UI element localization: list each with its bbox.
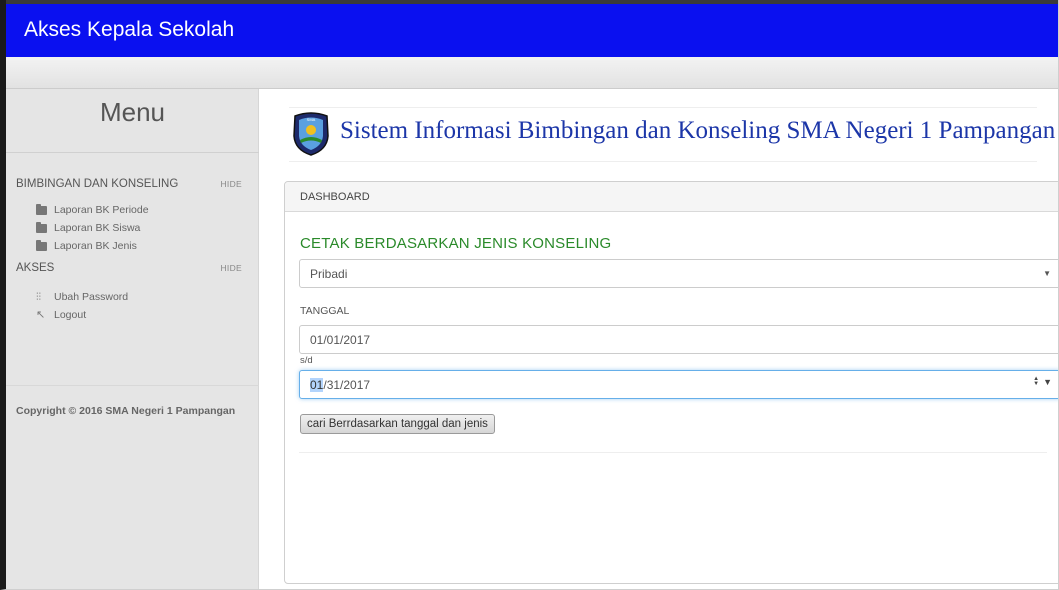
- sliders-icon: ⫶⫶: [36, 291, 41, 303]
- calendar-dropdown-icon[interactable]: ▼: [1043, 377, 1052, 387]
- spinner-up-down-icon[interactable]: ▲ ▼: [1033, 376, 1039, 387]
- sidebar-item-laporan-bk-periode[interactable]: Laporan BK Periode: [36, 203, 149, 216]
- header-divider: [289, 107, 1037, 108]
- sidebar-item-label: Logout: [54, 309, 87, 321]
- section-title: CETAK BERDASARKAN JENIS KONSELING: [300, 235, 612, 252]
- sidebar-item-ubah-password[interactable]: ⫶⫶ Ubah Password: [36, 291, 128, 303]
- top-navbar: Akses Kepala Sekolah: [6, 0, 1058, 57]
- main-content: SMA Sistem Informasi Bimbingan dan Konse…: [259, 89, 1058, 589]
- sidebar-item-label: Laporan BK Periode: [54, 204, 149, 216]
- navbar-brand[interactable]: Akses Kepala Sekolah: [24, 18, 234, 42]
- folder-icon: [36, 221, 47, 233]
- section-label: AKSES: [16, 262, 55, 274]
- hide-toggle[interactable]: HIDE: [220, 263, 242, 273]
- caret-down-icon: ▼: [1043, 269, 1051, 278]
- sidebar-item-label: Laporan BK Siswa: [54, 222, 141, 234]
- school-logo-icon: SMA: [293, 112, 329, 156]
- sidebar-item-label: Ubah Password: [54, 291, 129, 303]
- section-akses[interactable]: AKSES HIDE: [16, 262, 246, 274]
- sidebar-divider: [6, 385, 259, 386]
- date-from-input[interactable]: 01/01/2017: [299, 325, 1058, 354]
- sidebar-item-laporan-bk-jenis[interactable]: Laporan BK Jenis: [36, 239, 137, 252]
- date-to-rest: /31/2017: [323, 378, 371, 392]
- jenis-konseling-select[interactable]: Pribadi ▼: [299, 259, 1058, 288]
- date-spinner[interactable]: ▲ ▼ ▼: [1033, 376, 1052, 387]
- copyright-text: Copyright © 2016 SMA Negeri 1 Pampangan: [16, 405, 236, 417]
- date-from-value: 01/01/2017: [310, 333, 371, 347]
- menu-title: Menu: [99, 97, 166, 127]
- svg-text:SMA: SMA: [307, 117, 316, 122]
- menu-divider: [6, 152, 259, 153]
- arrow-icon: ↖: [36, 308, 46, 321]
- sidebar: Menu BIMBINGAN DAN KONSELING HIDE Lapora…: [6, 89, 259, 589]
- folder-icon: [36, 203, 47, 215]
- select-value: Pribadi: [310, 267, 348, 281]
- sd-label: s/d: [300, 355, 313, 366]
- app-window: Akses Kepala Sekolah Menu BIMBINGAN DAN …: [0, 0, 1059, 590]
- dashboard-panel: DASHBOARD CETAK BERDASARKAN JENIS KONSEL…: [284, 181, 1058, 584]
- panel-divider: [299, 452, 1047, 453]
- header-divider: [289, 161, 1037, 162]
- panel-heading: DASHBOARD: [285, 182, 1058, 212]
- site-title: Sistem Informasi Bimbingan dan Konseling…: [340, 117, 1056, 144]
- sub-navbar: [6, 57, 1058, 89]
- hide-toggle[interactable]: HIDE: [220, 179, 242, 189]
- sidebar-item-logout[interactable]: ↖ Logout: [36, 309, 86, 321]
- folder-icon: [36, 239, 47, 251]
- date-segment-selected[interactable]: 01: [310, 378, 324, 392]
- sidebar-item-laporan-bk-siswa[interactable]: Laporan BK Siswa: [36, 221, 141, 234]
- search-by-date-and-type-button[interactable]: cari Berrdasarkan tanggal dan jenis: [300, 414, 495, 434]
- tanggal-label: TANGGAL: [300, 305, 350, 317]
- section-label: BIMBINGAN DAN KONSELING: [16, 178, 179, 190]
- date-to-input[interactable]: 01/31/2017 ▲ ▼ ▼: [299, 370, 1058, 399]
- sidebar-item-label: Laporan BK Jenis: [54, 240, 137, 252]
- section-bimbingan[interactable]: BIMBINGAN DAN KONSELING HIDE: [16, 178, 246, 190]
